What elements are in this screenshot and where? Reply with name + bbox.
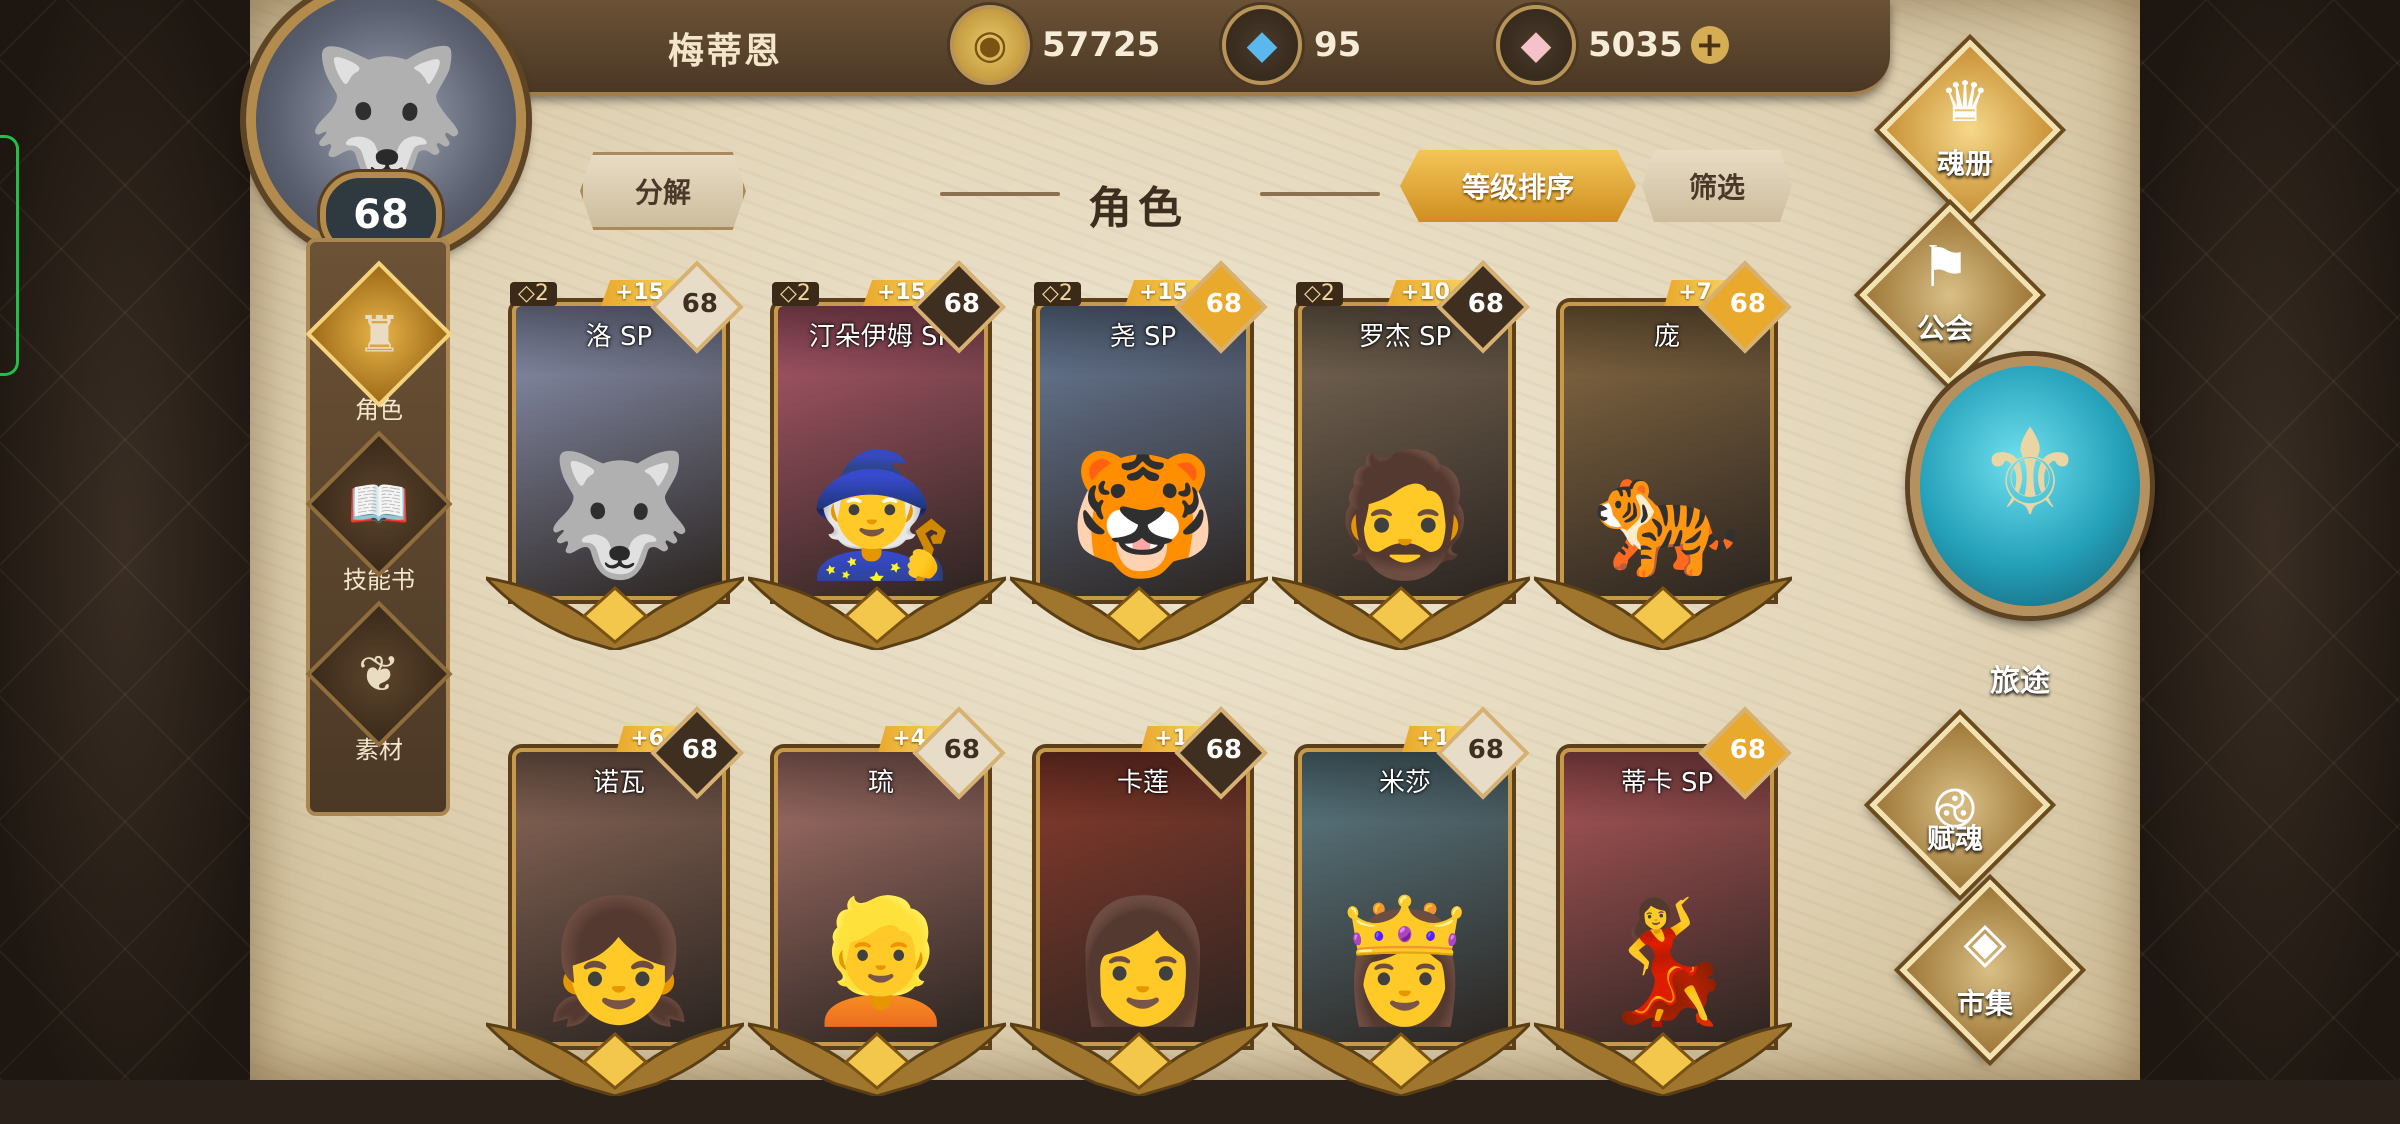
wolf-avatar-icon: 🐺: [305, 38, 467, 191]
character-card[interactable]: 👩 卡莲 +1 68: [1010, 706, 1268, 1124]
pink-crystal-icon: ◆: [1496, 5, 1576, 85]
character-card[interactable]: 👧 诺瓦 +6 68: [486, 706, 744, 1124]
rank-wings-emblem: [748, 576, 1006, 650]
character-level: 68: [1467, 289, 1504, 320]
rank-wings-emblem: [486, 1022, 744, 1096]
guild-button[interactable]: ⚑ 公会: [1859, 204, 2041, 386]
rank-wings-emblem: [1010, 1022, 1268, 1096]
rank-wings-emblem: [1534, 576, 1792, 650]
filter-button[interactable]: 筛选: [1642, 150, 1792, 222]
character-card[interactable]: 🧙 汀朵伊姆 SP ◇2 +15 68: [748, 260, 1006, 678]
gem-market-icon: ◈: [1963, 910, 2007, 975]
left-nav: ♜ 角色 📖 技能书 ❦ 素材: [305, 238, 453, 816]
endow-label: 赋魂: [1926, 822, 1983, 855]
awaken-stars: ◇2: [510, 282, 557, 306]
player-name: 梅蒂恩: [668, 31, 783, 72]
character-level: 68: [681, 735, 718, 766]
gold-value: 57725: [1042, 25, 1161, 65]
nav-item-skill-book[interactable]: 📖 技能书: [305, 430, 453, 595]
character-card[interactable]: 🐅 庞 +7 68: [1534, 260, 1792, 678]
soul-book-button[interactable]: ♛ 魂册: [1879, 39, 2061, 221]
awaken-stars: ◇2: [1034, 282, 1081, 306]
journey-button[interactable]: ⚜ 旅途: [1904, 356, 2150, 699]
market-button[interactable]: ◈ 市集: [1899, 879, 2081, 1061]
guild-label: 公会: [1916, 312, 1973, 345]
character-level: 68: [1205, 289, 1242, 320]
endow-button[interactable]: ࿋ 赋魂: [1869, 714, 2051, 896]
rank-wings-emblem: [1272, 1022, 1530, 1096]
character-card[interactable]: 🐯 尧 SP ◇2 +15 68: [1010, 260, 1268, 678]
decompose-button[interactable]: 分解: [580, 152, 746, 230]
character-card[interactable]: 👸 米莎 +1 68: [1272, 706, 1530, 1124]
character-level: 68: [1729, 289, 1766, 320]
blue-crystal-icon: ◆: [1222, 5, 1302, 85]
rank-wings-emblem: [1010, 576, 1268, 650]
gem-value: 95: [1314, 25, 1362, 65]
crystal-value: 5035: [1588, 25, 1683, 65]
guild-banner-icon: ⚑: [1919, 235, 1971, 300]
material-icon: ❦: [305, 600, 453, 748]
character-level: 68: [943, 289, 980, 320]
character-card[interactable]: 💃 蒂卡 SP 68: [1534, 706, 1792, 1124]
crystal-resource[interactable]: ◆ 5035 +: [1496, 5, 1729, 85]
page-title: 角色: [1088, 183, 1188, 234]
soul-book-label: 魂册: [1936, 147, 1993, 180]
character-level: 68: [1729, 735, 1766, 766]
skill-book-icon: 📖: [305, 430, 453, 578]
character-level: 68: [1467, 735, 1504, 766]
character-icon: ♜: [305, 260, 453, 408]
gem-resource[interactable]: ◆ 95: [1222, 5, 1362, 85]
gold-coin-icon: ◉: [950, 5, 1030, 85]
character-level: 68: [1205, 735, 1242, 766]
character-card[interactable]: 🐺 洛 SP ◇2 +15 68: [486, 260, 744, 678]
title-ornament-left: [940, 192, 1060, 196]
title-ornament-right: [1260, 192, 1380, 196]
character-level: 68: [681, 289, 718, 320]
rank-wings-emblem: [1534, 1022, 1792, 1096]
helmet-icon: ♛: [1939, 70, 1991, 135]
awaken-stars: ◇2: [772, 282, 819, 306]
character-card[interactable]: 👱 琉 +4 68: [748, 706, 1006, 1124]
character-level: 68: [943, 735, 980, 766]
add-crystal-button[interactable]: +: [1690, 25, 1729, 65]
gold-resource[interactable]: ◉ 57725: [950, 5, 1161, 85]
level-sort-button[interactable]: 等级排序: [1400, 150, 1636, 222]
rank-wings-emblem: [748, 1022, 1006, 1096]
right-background-pattern: [2140, 0, 2400, 1080]
awaken-stars: ◇2: [1296, 282, 1343, 306]
nav-item-material[interactable]: ❦ 素材: [305, 600, 453, 765]
journey-orb-icon: ⚜: [1976, 404, 2084, 543]
left-background-pattern: [0, 0, 250, 1080]
rank-wings-emblem: [486, 576, 744, 650]
edge-indicator: [0, 135, 19, 376]
nav-item-character[interactable]: ♜ 角色: [305, 260, 453, 425]
character-card[interactable]: 🧔 罗杰 SP ◇2 +10 68: [1272, 260, 1530, 678]
journey-label: 旅途: [1990, 664, 2050, 699]
rank-wings-emblem: [1272, 576, 1530, 650]
market-label: 市集: [1956, 987, 2013, 1020]
